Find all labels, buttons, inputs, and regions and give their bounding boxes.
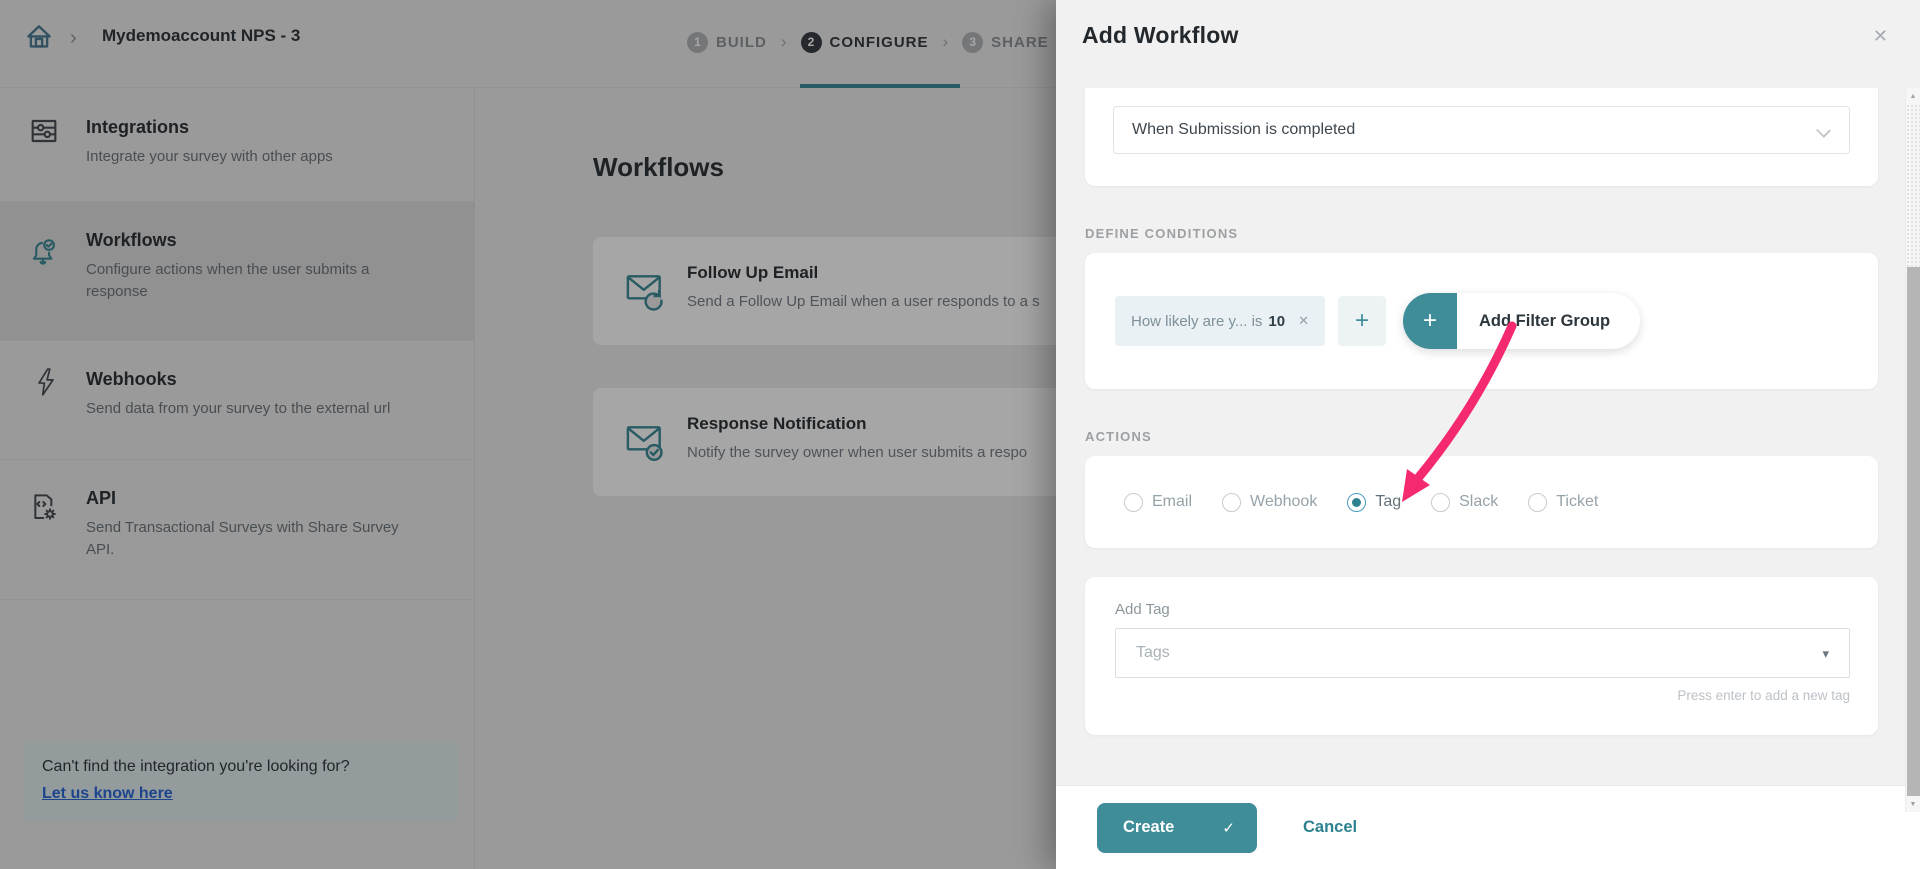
radio-ticket[interactable]: Ticket (1528, 493, 1598, 512)
radio-circle-icon (1431, 493, 1450, 512)
caret-down-icon: ▾ (1822, 646, 1829, 662)
conditions-card: How likely are y... is 10 ✕ + + Add Filt… (1085, 253, 1878, 389)
add-filter-group-button[interactable]: + Add Filter Group (1403, 293, 1640, 349)
radio-circle-icon (1222, 493, 1241, 512)
close-icon[interactable]: ✕ (1873, 26, 1888, 47)
chevron-down-icon (1816, 123, 1831, 138)
filter-chip-value: 10 (1268, 313, 1285, 330)
scrollbar-thumb[interactable] (1907, 267, 1920, 798)
tags-select[interactable]: ▾ (1115, 628, 1850, 678)
add-tag-card: Add Tag ▾ Press enter to add a new tag (1085, 577, 1878, 735)
add-tag-label: Add Tag (1115, 601, 1850, 618)
scroll-down-icon[interactable]: ▼ (1906, 796, 1920, 812)
actions-card: Email Webhook Tag Slack Ticket (1085, 456, 1878, 548)
radio-webhook[interactable]: Webhook (1222, 493, 1317, 512)
app-root: › Mydemoaccount NPS - 3 1 BUILD › 2 CONF… (0, 0, 1920, 869)
radio-email[interactable]: Email (1124, 493, 1192, 512)
actions-label: ACTIONS (1085, 429, 1878, 444)
tags-helper-text: Press enter to add a new tag (1115, 688, 1850, 703)
add-workflow-panel: Add Workflow ✕ When Submission is comple… (1056, 0, 1920, 869)
check-icon: ✓ (1222, 819, 1235, 837)
radio-circle-icon (1347, 493, 1366, 512)
trigger-select-value: When Submission is completed (1132, 121, 1355, 139)
radio-tag[interactable]: Tag (1347, 493, 1401, 512)
create-button[interactable]: Create ✓ (1097, 803, 1257, 853)
radio-circle-icon (1124, 493, 1143, 512)
panel-scrollbar[interactable]: ▲ ▼ (1905, 88, 1920, 812)
radio-slack[interactable]: Slack (1431, 493, 1498, 512)
panel-footer: Create ✓ Cancel (1056, 785, 1920, 869)
filter-chip-text: How likely are y... is (1131, 313, 1262, 330)
trigger-select[interactable]: When Submission is completed (1113, 106, 1850, 154)
add-condition-button[interactable]: + (1338, 296, 1386, 346)
main-app-region: › Mydemoaccount NPS - 3 1 BUILD › 2 CONF… (0, 0, 1057, 869)
filter-chip[interactable]: How likely are y... is 10 ✕ (1115, 296, 1325, 346)
cancel-button[interactable]: Cancel (1303, 818, 1357, 837)
plus-icon: + (1403, 293, 1457, 349)
panel-scroll-area: When Submission is completed DEFINE COND… (1056, 88, 1920, 785)
modal-dim-overlay (0, 0, 1057, 869)
add-filter-group-label: Add Filter Group (1457, 293, 1640, 349)
remove-filter-icon[interactable]: ✕ (1298, 313, 1309, 329)
panel-title: Add Workflow (1082, 22, 1239, 49)
scroll-up-icon[interactable]: ▲ (1906, 88, 1920, 104)
trigger-card: When Submission is completed (1085, 88, 1878, 186)
tags-input[interactable] (1136, 644, 1736, 662)
define-conditions-label: DEFINE CONDITIONS (1085, 226, 1878, 241)
radio-circle-icon (1528, 493, 1547, 512)
